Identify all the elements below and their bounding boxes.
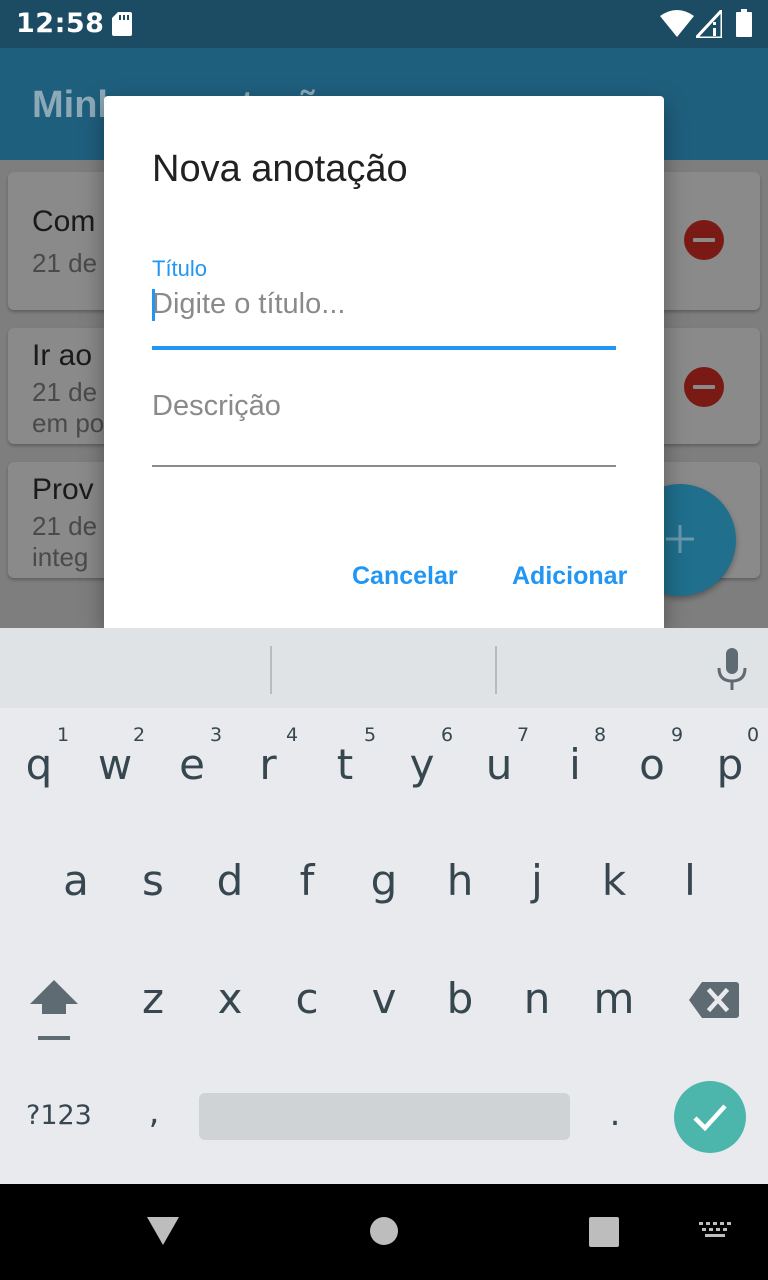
note-subtitle: 21 de xyxy=(32,248,98,278)
key-u[interactable]: u xyxy=(469,740,529,789)
description-input[interactable]: Descrição xyxy=(152,390,281,423)
key-q[interactable]: q xyxy=(9,740,69,789)
suggestion-strip xyxy=(0,628,768,708)
microphone-icon[interactable] xyxy=(716,648,748,690)
note-title: Com xyxy=(32,205,96,238)
key-k[interactable]: k xyxy=(584,856,644,905)
key-t[interactable]: t xyxy=(315,740,375,789)
keyboard-switch-icon[interactable] xyxy=(699,1222,731,1242)
battery-icon xyxy=(736,9,752,37)
key-comma[interactable]: , xyxy=(124,1092,184,1132)
add-button[interactable]: Adicionar xyxy=(512,562,627,591)
symbols-key[interactable]: ?123 xyxy=(26,1100,92,1131)
key-g[interactable]: g xyxy=(354,856,414,905)
plus-icon xyxy=(666,525,694,553)
note-title: Prov xyxy=(32,473,94,506)
key-o[interactable]: o xyxy=(622,740,682,789)
key-i[interactable]: i xyxy=(545,740,605,789)
shift-icon[interactable] xyxy=(28,976,80,1044)
space-key[interactable] xyxy=(199,1093,570,1140)
recents-icon[interactable] xyxy=(589,1217,619,1247)
suggestion-divider xyxy=(270,646,272,694)
home-icon[interactable] xyxy=(369,1216,399,1246)
key-r[interactable]: r xyxy=(238,740,298,789)
backspace-icon[interactable] xyxy=(688,980,740,1020)
text-cursor xyxy=(152,289,155,321)
key-c[interactable]: c xyxy=(277,974,337,1023)
key-v[interactable]: v xyxy=(354,974,414,1023)
description-input-underline xyxy=(152,465,616,467)
key-n[interactable]: n xyxy=(507,974,567,1023)
key-h[interactable]: h xyxy=(430,856,490,905)
remove-circle-icon[interactable] xyxy=(684,220,724,260)
note-subtitle: 21 de xyxy=(32,377,98,407)
key-s[interactable]: s xyxy=(123,856,183,905)
key-z[interactable]: z xyxy=(123,974,183,1023)
title-field-label: Título xyxy=(152,256,208,281)
remove-circle-icon[interactable] xyxy=(684,367,724,407)
checkmark-icon xyxy=(693,1104,727,1132)
title-input[interactable]: Digite o título... xyxy=(152,288,345,321)
key-e[interactable]: e xyxy=(162,740,222,789)
key-period[interactable]: . xyxy=(585,1094,645,1134)
status-time: 12:58 xyxy=(16,8,105,39)
key-a[interactable]: a xyxy=(46,856,106,905)
status-bar: 12:58 xyxy=(0,0,768,48)
sd-card-icon xyxy=(112,12,132,36)
key-d[interactable]: d xyxy=(200,856,260,905)
soft-keyboard: 1 2 3 4 5 6 7 8 9 0 q w e r t y u i o p … xyxy=(0,628,768,1184)
new-note-dialog: Nova anotação Título Digite o título... … xyxy=(104,96,664,628)
key-x[interactable]: x xyxy=(200,974,260,1023)
note-subtitle: em po xyxy=(32,408,105,438)
note-subtitle: 21 de xyxy=(32,511,98,541)
done-key[interactable] xyxy=(674,1081,746,1153)
key-w[interactable]: w xyxy=(85,740,145,789)
note-subtitle: integ xyxy=(32,542,89,572)
suggestion-divider xyxy=(495,646,497,694)
key-y[interactable]: y xyxy=(392,740,452,789)
title-input-underline xyxy=(152,346,616,350)
navigation-bar xyxy=(0,1184,768,1280)
key-p[interactable]: p xyxy=(700,740,760,789)
note-title: Ir ao xyxy=(32,339,93,372)
wifi-icon xyxy=(660,10,694,37)
dialog-title: Nova anotação xyxy=(152,148,408,190)
key-f[interactable]: f xyxy=(277,856,337,905)
key-l[interactable]: l xyxy=(660,856,720,905)
key-j[interactable]: j xyxy=(507,856,567,905)
key-b[interactable]: b xyxy=(430,974,490,1023)
back-icon[interactable] xyxy=(146,1216,180,1246)
signal-icon xyxy=(696,10,722,38)
cancel-button[interactable]: Cancelar xyxy=(352,562,458,591)
key-m[interactable]: m xyxy=(584,974,644,1023)
